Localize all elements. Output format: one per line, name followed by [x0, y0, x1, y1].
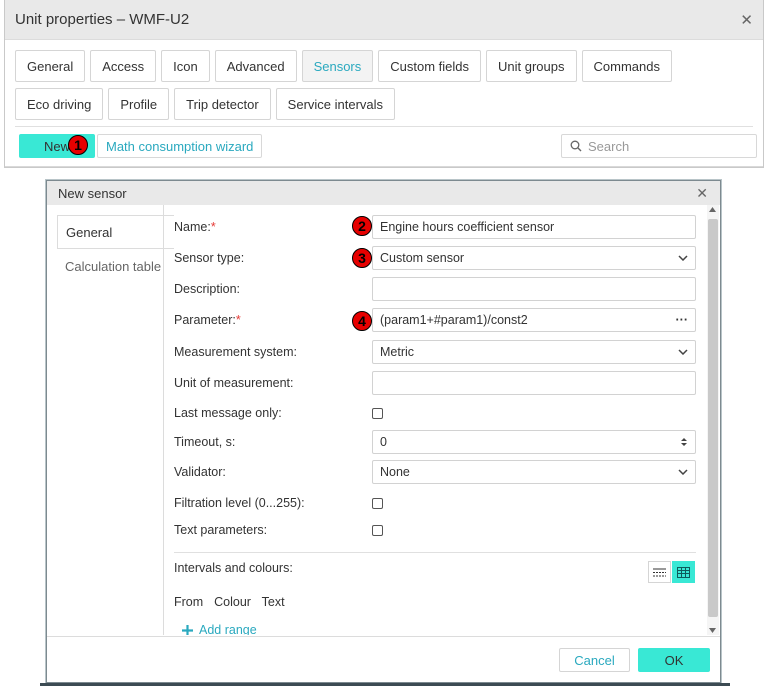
- tab-service-intervals[interactable]: Service intervals: [275, 88, 396, 120]
- form-row-validator: Validator: None: [174, 460, 696, 484]
- divider: [5, 166, 763, 167]
- search-input[interactable]: Search: [561, 134, 757, 158]
- tab-eco-driving[interactable]: Eco driving: [15, 88, 104, 120]
- unit-properties-window: Unit properties – WMF-U2 ✕ General Acces…: [4, 0, 764, 168]
- form-row-parameter: Parameter:* (param1+#param1)/const2 ···: [174, 308, 696, 332]
- last-message-only-label: Last message only:: [174, 406, 282, 420]
- divider: [174, 552, 696, 553]
- description-label: Description:: [174, 282, 240, 296]
- intervals-view-toggle: [648, 561, 695, 583]
- form-row-measurement-system: Measurement system: Metric: [174, 340, 696, 364]
- spinner-arrows-icon[interactable]: [680, 437, 688, 447]
- toolbar-divider: [15, 126, 753, 127]
- tab-profile[interactable]: Profile: [108, 88, 170, 120]
- chevron-down-icon: [678, 349, 688, 355]
- more-options-icon[interactable]: ···: [676, 313, 689, 327]
- parameter-input[interactable]: (param1+#param1)/const2 ···: [372, 308, 696, 332]
- add-range-label: Add range: [199, 623, 257, 635]
- chevron-down-icon: [678, 469, 688, 475]
- measurement-system-select[interactable]: Metric: [372, 340, 696, 364]
- tab-advanced[interactable]: Advanced: [214, 50, 297, 82]
- marker-1: 1: [68, 135, 88, 155]
- table-view-icon: [677, 566, 690, 578]
- text-parameters-label: Text parameters:: [174, 523, 268, 537]
- scroll-up-icon[interactable]: [709, 207, 716, 212]
- tab-access[interactable]: Access: [90, 50, 157, 82]
- divider: [163, 205, 164, 635]
- unit-of-measurement-label: Unit of measurement:: [174, 376, 294, 390]
- validator-select[interactable]: None: [372, 460, 696, 484]
- timeout-label: Timeout, s:: [174, 435, 236, 449]
- name-label: Name:*: [174, 220, 216, 234]
- form-row-filtration-level: Filtration level (0...255):: [174, 491, 696, 515]
- sensor-type-label: Sensor type:: [174, 251, 245, 265]
- math-consumption-wizard-button[interactable]: Math consumption wizard: [97, 134, 263, 158]
- chevron-down-icon: [678, 255, 688, 261]
- sensor-form: Name:* Engine hours coefficient sensor S…: [174, 205, 707, 635]
- intervals-columns-header: From Colour Text: [174, 595, 285, 609]
- marker-2: 2: [352, 216, 372, 236]
- marker-3: 3: [352, 248, 372, 268]
- marker-4: 4: [352, 311, 372, 331]
- ok-button[interactable]: OK: [638, 648, 710, 672]
- window-title: Unit properties – WMF-U2: [5, 0, 763, 40]
- form-scrollbar[interactable]: [707, 205, 719, 635]
- form-row-last-message-only: Last message only:: [174, 401, 696, 425]
- measurement-system-label: Measurement system:: [174, 345, 297, 359]
- dialog-side-tabs: General Calculation table: [47, 205, 174, 635]
- search-placeholder: Search: [588, 138, 630, 154]
- close-icon[interactable]: ✕: [696, 185, 708, 202]
- plus-icon: [182, 624, 193, 635]
- add-range-button[interactable]: Add range: [182, 623, 257, 635]
- validator-label: Validator:: [174, 465, 226, 479]
- description-input[interactable]: [372, 277, 696, 301]
- list-view-button[interactable]: [648, 561, 671, 583]
- form-row-name: Name:* Engine hours coefficient sensor: [174, 215, 696, 239]
- tab-sensors[interactable]: Sensors: [301, 50, 374, 82]
- new-sensor-dialog: New sensor ✕ General Calculation table N…: [46, 180, 721, 683]
- form-row-text-parameters: Text parameters:: [174, 518, 696, 542]
- scrollbar-thumb[interactable]: [708, 219, 718, 617]
- divider: [47, 636, 720, 637]
- list-view-icon: [653, 568, 666, 576]
- side-tab-general[interactable]: General: [57, 215, 174, 249]
- dialog-title: New sensor: [47, 181, 720, 205]
- tab-unit-groups[interactable]: Unit groups: [486, 50, 577, 82]
- form-row-timeout: Timeout, s: 0: [174, 430, 696, 454]
- parameter-label: Parameter:*: [174, 313, 241, 327]
- tab-bar: General Access Icon Advanced Sensors Cus…: [15, 50, 755, 120]
- close-icon[interactable]: ✕: [740, 11, 753, 29]
- table-view-button[interactable]: [672, 561, 695, 583]
- unit-of-measurement-input[interactable]: [372, 371, 696, 395]
- form-row-unit-of-measurement: Unit of measurement:: [174, 371, 696, 395]
- name-input[interactable]: Engine hours coefficient sensor: [372, 215, 696, 239]
- tab-icon[interactable]: Icon: [161, 50, 210, 82]
- form-row-description: Description:: [174, 277, 696, 301]
- scroll-down-icon[interactable]: [709, 628, 716, 633]
- tab-trip-detector[interactable]: Trip detector: [174, 88, 271, 120]
- cancel-button[interactable]: Cancel: [559, 648, 630, 672]
- form-row-sensor-type: Sensor type: Custom sensor: [174, 246, 696, 270]
- intervals-label: Intervals and colours:: [174, 561, 293, 575]
- tab-custom-fields[interactable]: Custom fields: [378, 50, 482, 82]
- filtration-level-label: Filtration level (0...255):: [174, 496, 305, 510]
- last-message-only-checkbox[interactable]: [372, 407, 383, 419]
- filtration-level-checkbox[interactable]: [372, 497, 383, 509]
- tab-commands[interactable]: Commands: [581, 50, 672, 82]
- new-button-label: New: [43, 138, 70, 154]
- search-icon: [570, 140, 582, 152]
- text-parameters-checkbox[interactable]: [372, 524, 383, 536]
- side-tab-calculation-table[interactable]: Calculation table: [47, 249, 164, 283]
- sensor-type-select[interactable]: Custom sensor: [372, 246, 696, 270]
- timeout-stepper[interactable]: 0: [372, 430, 696, 454]
- tab-general[interactable]: General: [15, 50, 86, 82]
